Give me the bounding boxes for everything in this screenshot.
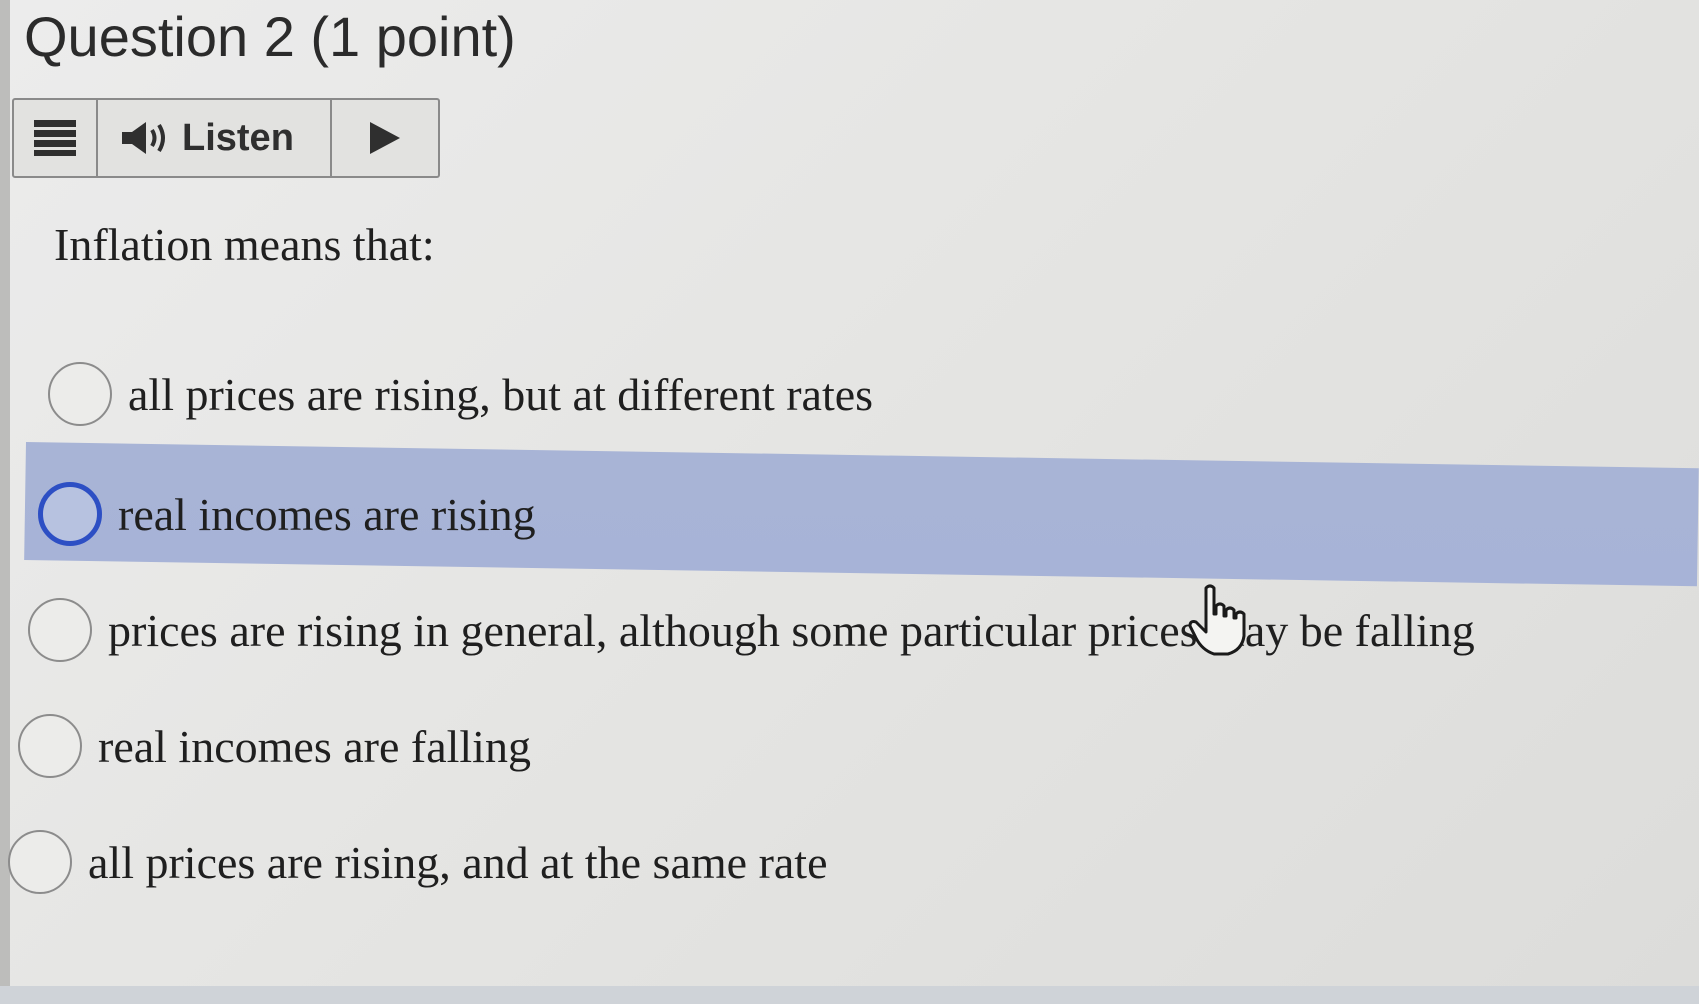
radio-button[interactable] <box>38 482 102 546</box>
play-icon <box>370 122 400 154</box>
radio-button[interactable] <box>28 598 92 662</box>
play-button[interactable] <box>332 100 438 176</box>
question-title: Question 2 (1 point) <box>24 5 516 68</box>
answer-option-label: real incomes are falling <box>98 720 531 772</box>
answer-option-focused[interactable]: real incomes are rising <box>38 482 536 546</box>
hamburger-menu-icon <box>34 120 76 156</box>
answer-option[interactable]: all prices are rising, and at the same r… <box>8 830 828 894</box>
bottom-strip <box>0 986 1699 1004</box>
text-to-speech-toolbar: Listen <box>12 98 440 178</box>
answer-option-label: all prices are rising, and at the same r… <box>88 836 828 888</box>
listen-button[interactable]: Listen <box>98 100 332 176</box>
radio-button[interactable] <box>18 714 82 778</box>
answer-option[interactable]: prices are rising in general, although s… <box>28 598 1475 662</box>
question-prompt: Inflation means that: <box>54 219 435 270</box>
listen-label: Listen <box>182 116 294 159</box>
speaker-icon <box>122 122 165 154</box>
quiz-page: Question 2 (1 point) Listen Inflation me <box>0 0 1699 1004</box>
answer-option-label: prices are rising in general, although s… <box>108 604 1475 656</box>
toolbar-menu-button[interactable] <box>14 100 98 176</box>
answer-option[interactable]: all prices are rising, but at different … <box>48 362 873 426</box>
answer-option-label: all prices are rising, but at different … <box>128 368 874 420</box>
hand-pointer-icon <box>1188 584 1246 656</box>
answer-option-label: real incomes are rising <box>118 488 536 540</box>
answer-option[interactable]: real incomes are falling <box>18 714 531 778</box>
radio-button[interactable] <box>8 830 72 894</box>
radio-button[interactable] <box>48 362 112 426</box>
